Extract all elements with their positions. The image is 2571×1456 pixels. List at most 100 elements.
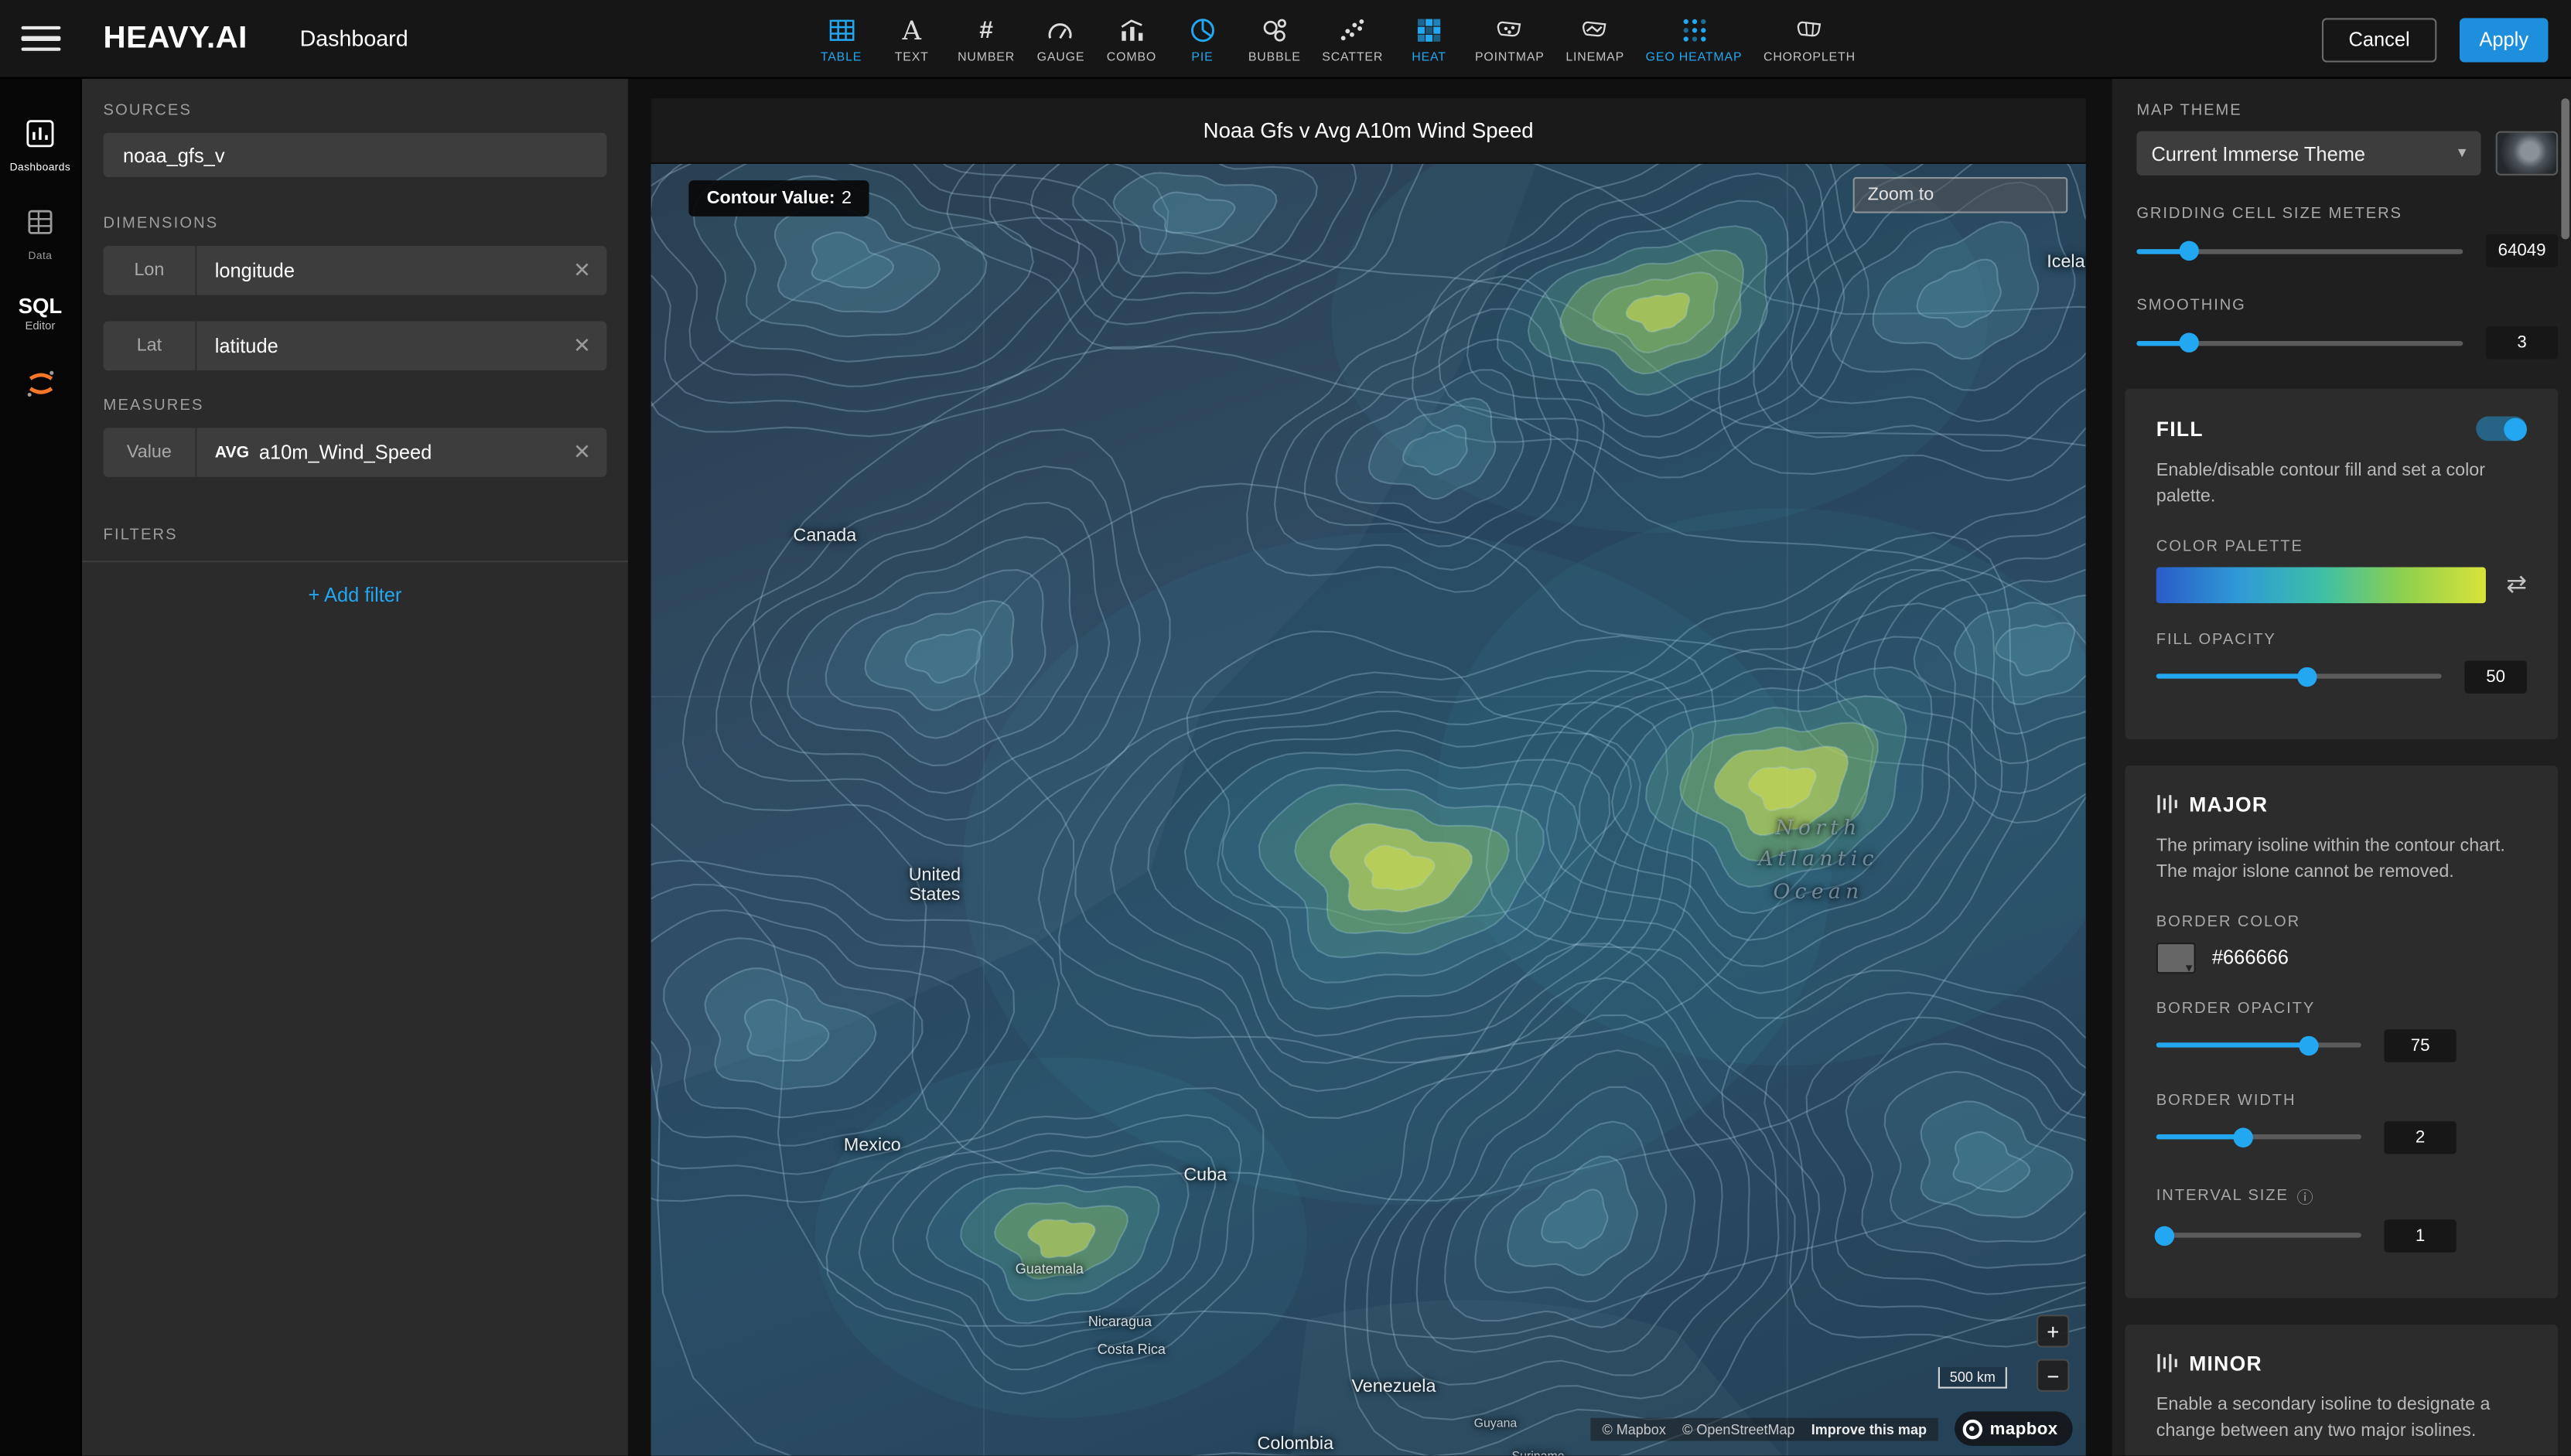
apply-button[interactable]: Apply [2460, 17, 2548, 61]
chart-type-text[interactable]: ATEXT [887, 15, 937, 64]
heat-icon [1415, 15, 1443, 44]
chart-editor-panel: SOURCES noaa_gfs_v DIMENSIONS Lonlongitu… [82, 79, 628, 1456]
choropleth-icon [1795, 15, 1823, 44]
sidebar-item-sql-editor[interactable]: SQL Editor [0, 295, 80, 333]
minor-title: MINOR [2189, 1352, 2262, 1375]
source-select[interactable]: noaa_gfs_v [104, 133, 607, 177]
geoheatmap-icon [1680, 15, 1708, 44]
border-color-hex: #666666 [2212, 946, 2289, 970]
number-icon: # [979, 15, 993, 44]
pointmap-icon [1496, 15, 1524, 44]
zoom-out-button[interactable]: − [2037, 1359, 2069, 1391]
gridding-label: GRIDDING CELL SIZE METERS [2136, 205, 2558, 223]
improve-map-link[interactable]: Improve this map [1811, 1421, 1927, 1437]
remove-icon[interactable]: ✕ [558, 428, 607, 477]
dimension-list: Lonlongitude✕ Latlatitude✕ [104, 246, 607, 370]
gridding-slider[interactable] [2136, 240, 2463, 262]
border-opacity-label: BORDER OPACITY [2156, 1000, 2527, 1018]
dashboards-icon [25, 118, 56, 158]
fill-description: Enable/disable contour fill and set a co… [2156, 459, 2527, 512]
major-description: The primary isoline within the contour c… [2156, 834, 2527, 887]
chart-type-pie[interactable]: PIE [1178, 15, 1227, 64]
chart-type-bar: TABLE ATEXT #NUMBER GAUGE COMBO PIE BUBBLE SCAT… [817, 0, 1856, 79]
mapbox-logo[interactable]: mapbox [1954, 1411, 2073, 1446]
measures-label: MEASURES [104, 397, 607, 414]
fill-opacity-value[interactable]: 50 [2464, 660, 2527, 693]
chart-type-pointmap[interactable]: POINTMAP [1475, 15, 1545, 64]
gauge-icon [1046, 15, 1074, 44]
isoline-icon [2156, 1353, 2178, 1375]
chart-type-gauge[interactable]: GAUGE [1036, 15, 1086, 64]
info-icon[interactable]: ⓘ [2296, 1183, 2314, 1208]
zoom-to-button[interactable]: Zoom to [1853, 177, 2068, 213]
zoom-in-button[interactable]: + [2037, 1314, 2069, 1347]
smoothing-value[interactable]: 3 [2486, 326, 2558, 359]
border-width-label: BORDER WIDTH [2156, 1091, 2527, 1109]
chart-type-combo[interactable]: COMBO [1107, 15, 1156, 64]
jupyter-icon [22, 366, 59, 410]
minor-isoline-section: MINOR Enable a secondary isoline to desi… [2125, 1324, 2559, 1455]
top-bar: HEAVY.AI Dashboard TABLEATEXT#NUMBERGAUG… [0, 0, 2571, 79]
measure-row[interactable]: ValueAVGa10m_Wind_Speed✕ [104, 428, 607, 477]
chart-type-scatter[interactable]: SCATTER [1322, 15, 1383, 64]
border-color-swatch[interactable]: ▾ [2156, 942, 2196, 973]
linemap-icon [1581, 15, 1609, 44]
menu-icon[interactable] [0, 0, 82, 78]
interval-size-slider[interactable] [2156, 1225, 2361, 1246]
map-theme-select[interactable]: Current Immerse Theme ▾ [2136, 131, 2481, 176]
fill-opacity-slider[interactable] [2156, 667, 2442, 688]
isoline-icon [2156, 794, 2178, 816]
mapbox-icon [1962, 1419, 1982, 1438]
fill-toggle[interactable] [2476, 416, 2527, 441]
fill-opacity-label: FILL OPACITY [2156, 631, 2527, 649]
dimension-row[interactable]: Latlatitude✕ [104, 322, 607, 371]
filters-label: FILTERS [104, 527, 607, 544]
color-palette-bar[interactable] [2156, 567, 2487, 603]
map-scale: 500 km [1938, 1367, 2007, 1389]
reverse-palette-icon[interactable]: ⇄ [2506, 573, 2527, 598]
measure-list: ValueAVGa10m_Wind_Speed✕ [104, 428, 607, 477]
border-opacity-value[interactable]: 75 [2384, 1029, 2456, 1062]
cancel-button[interactable]: Cancel [2322, 17, 2436, 61]
interval-size-value[interactable]: 1 [2384, 1219, 2456, 1252]
gridding-value[interactable]: 64049 [2486, 234, 2558, 267]
contour-layer [651, 164, 2086, 1456]
smoothing-slider[interactable] [2136, 332, 2463, 353]
chart-card: Noaa Gfs v Avg A10m Wind Speed CanadaUni… [651, 98, 2086, 1455]
remove-icon[interactable]: ✕ [558, 322, 607, 371]
map-canvas[interactable]: CanadaUnited StatesMexicoCubaGuatemalaNi… [651, 164, 2086, 1456]
bubble-icon [1261, 15, 1289, 44]
topbar-actions: Cancel Apply [2322, 0, 2549, 79]
filters-section: FILTERS + Add filter [104, 527, 607, 607]
chart-type-choropleth[interactable]: CHOROPLETH [1764, 15, 1856, 64]
border-width-slider[interactable] [2156, 1127, 2361, 1148]
border-width-value[interactable]: 2 [2384, 1121, 2456, 1154]
chart-type-heat[interactable]: HEAT [1405, 15, 1454, 64]
table-icon [828, 15, 855, 44]
dimensions-label: DIMENSIONS [104, 215, 607, 233]
nav-rail: Dashboards Data SQL Editor [0, 79, 82, 1456]
dimension-row[interactable]: Lonlongitude✕ [104, 246, 607, 295]
scatter-icon [1339, 15, 1367, 44]
scrollbar[interactable] [2561, 98, 2569, 239]
minor-description: Enable a secondary isoline to designate … [2156, 1393, 2527, 1445]
chart-type-linemap[interactable]: LINEMAP [1565, 15, 1624, 64]
chart-type-table[interactable]: TABLE [817, 15, 866, 64]
attribution-osm-link[interactable]: © OpenStreetMap [1682, 1421, 1795, 1437]
add-filter-button[interactable]: + Add filter [104, 584, 607, 607]
pie-icon [1188, 15, 1216, 44]
app-window: HEAVY.AI Dashboard TABLEATEXT#NUMBERGAUG… [0, 0, 2571, 1456]
chart-type-geo-heatmap[interactable]: GEO HEATMAP [1646, 15, 1743, 64]
combo-icon [1118, 15, 1146, 44]
sidebar-item-dashboards[interactable]: Dashboards [0, 118, 80, 174]
map-area: Noaa Gfs v Avg A10m Wind Speed CanadaUni… [628, 79, 2112, 1456]
chart-type-number[interactable]: #NUMBER [958, 15, 1015, 64]
chart-type-bubble[interactable]: BUBBLE [1248, 15, 1301, 64]
remove-icon[interactable]: ✕ [558, 246, 607, 295]
map-theme-thumbnail[interactable] [2496, 131, 2559, 176]
brand-logo: HEAVY.AI [104, 20, 248, 56]
sidebar-item-jupyter[interactable] [0, 366, 80, 410]
attribution-mapbox-link[interactable]: © Mapbox [1602, 1421, 1665, 1437]
sidebar-item-data[interactable]: Data [0, 206, 80, 262]
border-opacity-slider[interactable] [2156, 1035, 2361, 1056]
